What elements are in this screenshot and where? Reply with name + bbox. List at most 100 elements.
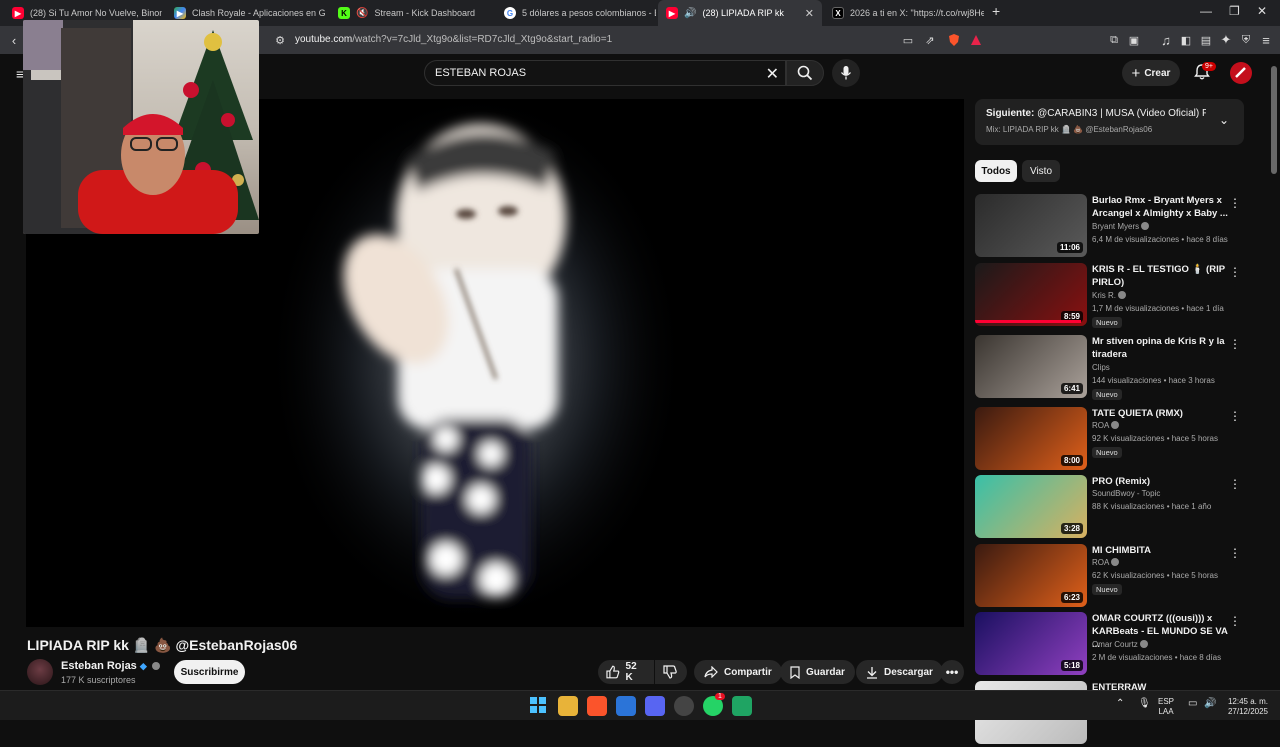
microsoft-store-icon[interactable] — [616, 696, 636, 716]
brave-shields-icon[interactable] — [946, 32, 962, 48]
music-icon[interactable]: ♫ — [1158, 32, 1174, 48]
recommendation-card[interactable]: 8:59 KRIS R - EL TESTIGO 🕯️ (RIP PIRLO) Kr… — [975, 263, 1247, 329]
verified-icon — [1111, 421, 1120, 429]
close-tab-icon[interactable]: ✕ — [805, 7, 814, 20]
filter-chip-visto[interactable]: Visto — [1022, 160, 1060, 182]
gaming-app-icon[interactable] — [645, 696, 665, 716]
recommendation-channel[interactable]: Omar Courtz — [1092, 640, 1148, 649]
video-thumbnail[interactable]: 5:18 — [975, 612, 1087, 675]
chevron-down-icon[interactable]: ⌄ — [1219, 113, 1229, 127]
recommendation-card[interactable]: 11:06 Burlao Rmx - Bryant Myers x Arcange… — [975, 194, 1247, 260]
browser-tab[interactable]: X 2026 a ti en X: "https://t.co/rwj8Heo — [824, 0, 984, 26]
more-options-icon[interactable]: ⋮ — [1229, 477, 1241, 491]
cast-icon[interactable]: ▭ — [900, 32, 916, 48]
site-settings-icon[interactable]: ⚙ — [272, 32, 288, 48]
windows-start-icon[interactable] — [529, 696, 549, 716]
recommendation-title[interactable]: KRIS R - EL TESTIGO 🕯️ (RIP PIRLO) — [1092, 263, 1232, 289]
recommendation-channel[interactable]: Clips — [1092, 363, 1110, 372]
sidebar-icon[interactable]: ◧ — [1178, 32, 1194, 48]
browser-tab[interactable]: G 5 dólares a pesos colombianos - Bus — [496, 0, 656, 26]
restore-icon[interactable]: ❐ — [1229, 4, 1240, 18]
volume-icon[interactable]: 🔊 — [1204, 699, 1216, 709]
bookmark-icon — [790, 665, 800, 679]
like-button[interactable]: 52 K — [598, 660, 654, 684]
recommendation-channel[interactable]: Bryant Myers — [1092, 222, 1150, 231]
recommendation-card[interactable]: 3:28 PRO (Remix) SoundBwoy - Topic 88 K vis… — [975, 475, 1247, 541]
up-next-panel[interactable]: Siguiente: @CARABIN3 | MUSA (Video Ofici… — [975, 99, 1244, 145]
more-options-icon[interactable]: ⋮ — [1229, 546, 1241, 560]
channel-name[interactable]: Esteban Rojas ◆ — [61, 660, 160, 672]
more-actions-button[interactable]: ••• — [940, 660, 964, 684]
browser-tab[interactable]: K 🔇 Stream - Kick Dashboard — [330, 0, 496, 26]
share-icon[interactable]: ⇗ — [922, 32, 938, 48]
video-thumbnail[interactable]: 6:23 — [975, 544, 1087, 607]
duration-badge: 3:28 — [1060, 523, 1083, 534]
network-icon[interactable]: ▭ — [1188, 699, 1197, 709]
more-options-icon[interactable]: ⋮ — [1229, 196, 1241, 210]
muted-speaker-icon[interactable]: 🔇 — [356, 8, 368, 19]
obs-icon[interactable] — [674, 696, 694, 716]
minimize-icon[interactable]: — — [1200, 4, 1212, 18]
create-button[interactable]: + Crear — [1122, 60, 1180, 86]
more-options-icon[interactable]: ⋮ — [1229, 409, 1241, 423]
subscribe-button[interactable]: Suscribirme — [174, 660, 245, 684]
menu-icon[interactable]: ≡ — [1258, 32, 1274, 48]
close-window-icon[interactable]: ✕ — [1257, 4, 1267, 18]
recommendation-title[interactable]: MI CHIMBITA — [1092, 544, 1232, 557]
recommendation-title[interactable]: TATE QUIETA (RMX) — [1092, 407, 1232, 420]
extensions-icon[interactable]: ⧉ — [1106, 32, 1122, 48]
file-explorer-icon[interactable] — [558, 696, 578, 716]
clear-search-icon[interactable]: ✕ — [766, 64, 779, 84]
more-options-icon[interactable]: ⋮ — [1229, 337, 1241, 351]
url-field[interactable]: youtube.com/watch?v=7cJld_Xtg9o&list=RD7… — [295, 34, 612, 45]
video-thumbnail[interactable]: 8:00 — [975, 407, 1087, 470]
vpn-icon[interactable]: ⛨ — [1238, 32, 1254, 48]
recommendation-channel[interactable]: ROA — [1092, 421, 1120, 430]
dislike-button[interactable] — [655, 660, 687, 684]
recommendation-title[interactable]: Mr stiven opina de Kris R y la tiradera — [1092, 335, 1232, 361]
recommendation-card[interactable]: 6:23 MI CHIMBITA ROA 62 K visualizaciones •… — [975, 544, 1247, 610]
leo-ai-icon[interactable]: ✦ — [1218, 32, 1234, 48]
recommendation-card[interactable]: 6:41 Mr stiven opina de Kris R y la tirad… — [975, 335, 1247, 401]
microphone-tray-icon[interactable]: 🎙 — [1138, 699, 1151, 709]
more-options-icon[interactable]: ⋮ — [1229, 265, 1241, 279]
recommendation-card[interactable]: 5:18 OMAR COURTZ (((ousi))) x KARBeats - … — [975, 612, 1247, 678]
brave-browser-icon[interactable] — [587, 696, 607, 716]
recommendation-channel[interactable]: SoundBwoy - Topic — [1092, 489, 1160, 498]
filter-chip-todos[interactable]: Todos — [975, 160, 1017, 182]
input-language[interactable]: ESP LAA — [1158, 697, 1174, 717]
video-thumbnail[interactable]: 3:28 — [975, 475, 1087, 538]
up-next-label: Siguiente: — [986, 108, 1035, 119]
sheets-icon[interactable] — [732, 696, 752, 716]
scrollbar-thumb[interactable] — [1271, 66, 1277, 174]
browser-tab-active[interactable]: ▶ 🔊 (28) LIPIADA RIP kk ✕ — [658, 0, 822, 26]
more-options-icon[interactable]: ⋮ — [1229, 614, 1241, 628]
video-thumbnail[interactable]: 11:06 — [975, 194, 1087, 257]
voice-search-button[interactable] — [832, 59, 860, 87]
back-icon[interactable]: ‹ — [6, 32, 22, 48]
new-tab-icon[interactable]: + — [992, 3, 1000, 19]
clock[interactable]: 12:45 a. m. 27/12/2025 — [1224, 697, 1272, 717]
channel-avatar[interactable] — [27, 659, 53, 685]
recommendation-channel[interactable]: ROA — [1092, 558, 1120, 567]
tab-label: 2026 a ti en X: "https://t.co/rwj8Heo — [850, 8, 984, 18]
recommendation-title[interactable]: PRO (Remix) — [1092, 475, 1232, 488]
recommendation-card[interactable]: 8:00 TATE QUIETA (RMX) ROA 92 K visualizaci… — [975, 407, 1247, 473]
save-button[interactable]: Guardar — [780, 660, 855, 684]
video-thumbnail[interactable]: 8:59 — [975, 263, 1087, 326]
video-thumbnail[interactable]: 6:41 — [975, 335, 1087, 398]
account-avatar[interactable] — [1230, 62, 1252, 84]
tray-chevron-up-icon[interactable]: ⌃ — [1116, 699, 1124, 709]
recommendation-channel[interactable]: Kris R. — [1092, 291, 1126, 300]
download-button[interactable]: Descargar — [856, 660, 943, 684]
search-input[interactable]: ESTEBAN ROJAS ✕ — [424, 60, 786, 86]
recommendation-title[interactable]: Burlao Rmx - Bryant Myers x Arcangel x A… — [1092, 194, 1232, 220]
wallet-icon[interactable]: ▤ — [1198, 32, 1214, 48]
search-button[interactable] — [786, 60, 824, 86]
channel-name-text: Clips — [1092, 363, 1110, 372]
share-button[interactable]: Compartir — [694, 660, 782, 684]
speaker-icon[interactable]: 🔊 — [684, 8, 696, 19]
brave-rewards-icon[interactable] — [968, 32, 984, 48]
channel-name-text: ROA — [1092, 421, 1110, 430]
screenshot-icon[interactable]: ▣ — [1126, 32, 1142, 48]
